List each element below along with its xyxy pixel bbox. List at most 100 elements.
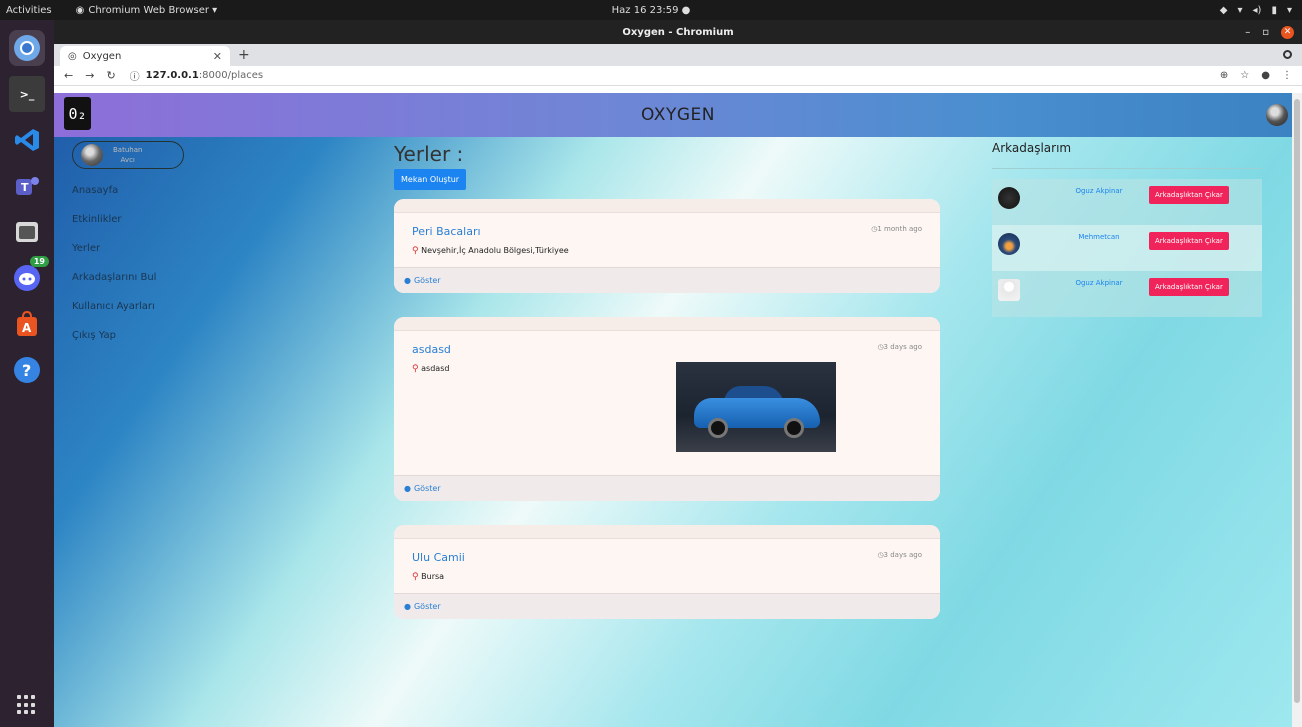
software-store-icon: A [17,310,37,336]
show-button[interactable]: ● Göster [394,593,940,619]
info-icon[interactable]: ⓘ [130,68,140,83]
place-card: Ulu Camii ⚲ Bursa ◷3 days ago ● Göster [394,525,940,619]
maximize-icon[interactable]: ▫ [1262,27,1269,38]
dock-teams[interactable]: T [9,168,45,204]
header-avatar[interactable] [1266,104,1288,126]
tab-strip: ◎ Oxygen ✕ + [54,44,1302,66]
remove-friend-button[interactable]: Arkadaşlıktan Çıkar [1149,232,1229,250]
profile-name: Batuhan Avcı [113,145,142,165]
system-tray[interactable]: ◆ ▾ ◂) ▮ ▾ [1220,5,1292,16]
url-host: 127.0.0.1 [145,70,199,81]
sidebar-menu: Anasayfa Etkinlikler Yerler Arkadaşların… [72,181,262,355]
friend-avatar[interactable] [998,279,1020,301]
chromium-icon [14,35,40,61]
places-feed: Yerler : Mekan Oluştur Peri Bacaları ⚲ N… [394,141,940,619]
friend-avatar[interactable] [998,233,1020,255]
wifi-icon[interactable]: ▾ [1238,5,1243,16]
show-label: Göster [413,276,441,285]
place-title[interactable]: asdasd [412,343,922,356]
friend-row: Oguz Akpinar Arkadaşlıktan Çıkar [992,271,1262,317]
remove-friend-button[interactable]: Arkadaşlıktan Çıkar [1149,186,1229,204]
activities-button[interactable]: Activities [0,5,62,16]
sidebar-item-home[interactable]: Anasayfa [72,181,262,210]
discord-badge: 19 [29,256,49,267]
vscode-icon [15,129,39,151]
show-label: Göster [413,484,441,493]
minimize-icon[interactable]: – [1245,27,1250,38]
site-logo[interactable]: 0₂ [64,97,91,130]
friend-name[interactable]: Oguz Akpinar [1054,187,1144,195]
place-card: asdasd ⚲ asdasd ◷3 days ago ● Göster [394,317,940,501]
show-apps-icon[interactable] [17,695,37,715]
ubuntu-dock: >_ T 19 A ? [0,20,54,727]
back-icon[interactable]: ← [64,69,73,82]
volume-icon[interactable]: ◂) [1253,5,1262,16]
sidebar-item-logout[interactable]: Çıkış Yap [72,326,262,355]
system-top-bar: Activities ◉ Chromium Web Browser ▾ Haz 1… [0,0,1302,20]
place-location-text: asdasd [421,364,450,373]
show-button[interactable]: ● Göster [394,267,940,293]
new-tab-button[interactable]: + [238,47,250,63]
address-bar[interactable]: ⓘ 127.0.0.1:8000/places [130,68,263,83]
sidebar-item-find-friends[interactable]: Arkadaşlarını Bul [72,268,262,297]
sidebar-item-events[interactable]: Etkinlikler [72,210,262,239]
place-location: ⚲ asdasd [412,364,922,374]
dock-discord[interactable]: 19 [9,256,49,296]
chromium-icon: ◉ [75,4,85,16]
tab-close-icon[interactable]: ✕ [213,50,222,63]
friend-row: Mehmetcan Arkadaşlıktan Çıkar [992,225,1262,271]
window-titlebar[interactable]: Oxygen - Chromium – ▫ ✕ [54,20,1302,44]
discord-tray-icon[interactable]: ◆ [1220,5,1228,16]
app-menu-label: Chromium Web Browser ▾ [88,4,218,16]
place-title[interactable]: Peri Bacaları [412,225,922,238]
place-card: Peri Bacaları ⚲ Nevşehir,İç Anadolu Bölg… [394,199,940,293]
place-image [676,362,836,452]
svg-text:A: A [22,321,32,335]
comment-icon: ● [404,602,411,611]
friend-name[interactable]: Mehmetcan [1054,233,1144,241]
place-location: ⚲ Bursa [412,572,922,582]
teams-icon: T [16,177,39,195]
site-header: 0₂ OXYGEN [54,93,1302,137]
tab-oxygen[interactable]: ◎ Oxygen ✕ [60,46,230,66]
tab-title: Oxygen [82,50,122,62]
system-menu-chevron-icon[interactable]: ▾ [1287,5,1292,16]
place-time-text: 3 days ago [883,551,922,559]
dock-software[interactable]: A [9,306,45,342]
show-button[interactable]: ● Göster [394,475,940,501]
app-menu[interactable]: ◉ Chromium Web Browser ▾ [76,5,218,16]
battery-icon[interactable]: ▮ [1271,5,1277,16]
browser-menu-indicator-icon[interactable] [1283,50,1292,59]
sidebar: Batuhan Avcı Anasayfa Etkinlikler Yerler … [72,141,262,355]
terminal-icon: >_ [19,87,35,101]
comment-icon: ● [404,276,411,285]
profile-icon[interactable]: ● [1261,70,1270,81]
map-pin-icon: ⚲ [412,246,419,256]
kebab-menu-icon[interactable]: ⋮ [1282,70,1292,81]
place-title[interactable]: Ulu Camii [412,551,922,564]
remove-friend-button[interactable]: Arkadaşlıktan Çıkar [1149,278,1229,296]
reload-icon[interactable]: ↻ [106,69,115,82]
page-scrollbar[interactable] [1292,93,1302,727]
close-window-icon[interactable]: ✕ [1281,25,1294,39]
dock-terminal[interactable]: >_ [9,76,45,112]
page-title: Yerler : [394,142,464,166]
dock-files[interactable] [9,214,45,250]
avatar [81,144,103,166]
scrollbar-thumb[interactable] [1294,99,1300,703]
sidebar-item-places[interactable]: Yerler [72,239,262,268]
site-brand: OXYGEN [641,105,715,125]
toolbar: ← → ↻ ⓘ 127.0.0.1:8000/places ⊕ ☆ ● ⋮ [54,66,1302,86]
sidebar-item-user-settings[interactable]: Kullanıcı Ayarları [72,297,262,326]
profile-pill[interactable]: Batuhan Avcı [72,141,184,169]
dock-help[interactable]: ? [9,352,45,388]
friend-name[interactable]: Oguz Akpinar [1054,279,1144,287]
dock-vscode[interactable] [9,122,45,158]
forward-icon[interactable]: → [85,69,94,82]
friend-avatar[interactable] [998,187,1020,209]
zoom-icon[interactable]: ⊕ [1220,70,1228,81]
create-place-button[interactable]: Mekan Oluştur [394,169,467,190]
place-location-text: Bursa [421,572,445,581]
dock-chromium[interactable] [9,30,45,66]
bookmark-star-icon[interactable]: ☆ [1240,70,1249,81]
